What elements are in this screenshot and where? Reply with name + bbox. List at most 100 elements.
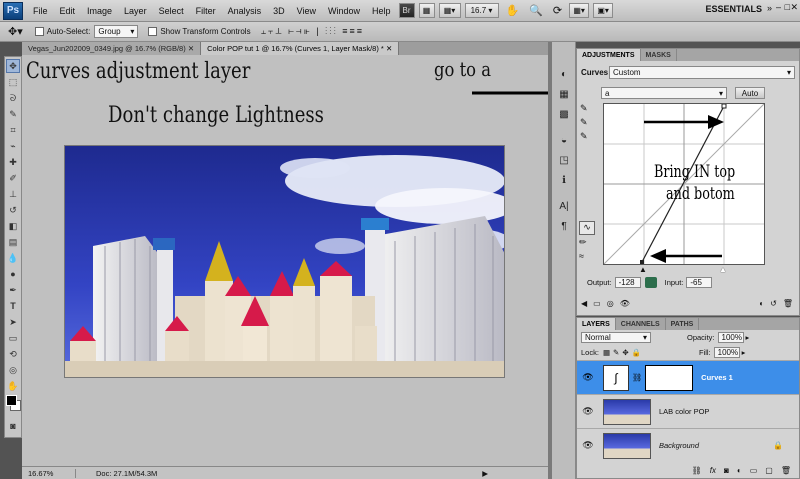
- tab-layers[interactable]: LAYERS: [577, 318, 616, 330]
- quick-mask-icon[interactable]: ◙: [6, 419, 20, 433]
- 3d-rotate-tool-icon[interactable]: ⟲: [6, 347, 20, 361]
- show-transform-checkbox[interactable]: [148, 27, 158, 36]
- 3d-orbit-tool-icon[interactable]: ◎: [6, 363, 20, 377]
- menu-select[interactable]: Select: [153, 6, 190, 16]
- eye-icon[interactable]: 👁: [581, 440, 595, 451]
- lock-image-icon[interactable]: ✎: [613, 348, 619, 357]
- visibility-icon[interactable]: 👁: [620, 299, 630, 308]
- link-layers-icon[interactable]: ⛓: [692, 466, 702, 475]
- smooth-icon[interactable]: ≈: [579, 251, 597, 265]
- marquee-tool-icon[interactable]: ⬚: [6, 75, 20, 89]
- curves-graph[interactable]: Bring IN top and botom: [603, 103, 765, 265]
- clone-stamp-tool-icon[interactable]: ⊥: [6, 187, 20, 201]
- lock-all-icon[interactable]: 🔒: [632, 348, 641, 357]
- blend-mode-dropdown[interactable]: Normal ▾: [581, 332, 651, 343]
- menu-edit[interactable]: Edit: [54, 6, 82, 16]
- quick-select-tool-icon[interactable]: ✎: [6, 107, 20, 121]
- screen-mode-button[interactable]: ▣▾: [593, 3, 614, 18]
- maximize-icon[interactable]: □: [785, 2, 790, 12]
- pen-tool-icon[interactable]: ✒: [6, 283, 20, 297]
- menu-help[interactable]: Help: [366, 6, 397, 16]
- layer-name-curves-1[interactable]: Curves 1: [701, 373, 733, 382]
- lasso-tool-icon[interactable]: ᘐ: [6, 91, 20, 105]
- menu-image[interactable]: Image: [81, 6, 118, 16]
- masks-panel-icon[interactable]: ◳: [555, 152, 573, 168]
- layer-row-lab-color-pop[interactable]: 👁 LAB color POP: [577, 394, 799, 428]
- layer-row-background[interactable]: 👁 Background 🔒: [577, 428, 799, 462]
- mini-bridge-button[interactable]: ▦: [418, 3, 435, 18]
- layer-row-curves-1[interactable]: 👁 ∫ ⛓ Curves 1: [577, 360, 799, 394]
- menu-view[interactable]: View: [291, 6, 322, 16]
- opacity-field[interactable]: 100%: [717, 332, 744, 343]
- color-panel-icon[interactable]: ◐: [555, 66, 573, 82]
- move-tool-icon[interactable]: ✥: [6, 59, 20, 73]
- eyedropper-black-icon[interactable]: ✎: [580, 103, 596, 117]
- delete-layer-icon[interactable]: 🗑: [781, 466, 791, 475]
- eye-icon[interactable]: 👁: [581, 406, 595, 417]
- align-icons[interactable]: ⫠⫟⊥ ⊢⊣⊩ | ⋮⋮⋮ ≡≡≡: [261, 26, 364, 37]
- swatches-panel-icon[interactable]: ▦: [555, 86, 573, 102]
- layer-mask-thumbnail[interactable]: [645, 364, 694, 391]
- blur-tool-icon[interactable]: 💧: [6, 251, 20, 265]
- fill-field[interactable]: 100%: [713, 347, 740, 358]
- reset-icon[interactable]: ↺: [770, 299, 777, 308]
- tab-channels[interactable]: CHANNELS: [616, 318, 666, 330]
- close-tab-icon[interactable]: ✕: [188, 44, 194, 53]
- eye-icon[interactable]: 👁: [581, 372, 595, 383]
- character-panel-icon[interactable]: A|: [555, 198, 573, 214]
- pencil-draw-icon[interactable]: ✏: [579, 237, 597, 251]
- history-brush-tool-icon[interactable]: ↺: [6, 203, 20, 217]
- lock-position-icon[interactable]: ✥: [622, 348, 628, 357]
- foreground-color-swatch[interactable]: [6, 395, 17, 406]
- type-tool-icon[interactable]: T: [6, 299, 20, 313]
- tab-adjustments[interactable]: ADJUSTMENTS: [577, 49, 641, 61]
- return-to-list-icon[interactable]: ◀: [581, 299, 587, 308]
- path-select-tool-icon[interactable]: ➤: [6, 315, 20, 329]
- menu-filter[interactable]: Filter: [190, 6, 222, 16]
- close-icon[interactable]: ✕: [790, 2, 798, 13]
- info-panel-icon[interactable]: ℹ: [555, 172, 573, 188]
- adjustments-panel-icon[interactable]: ◒: [555, 132, 573, 148]
- tab-paths[interactable]: PATHS: [666, 318, 700, 330]
- gradient-tool-icon[interactable]: ▤: [6, 235, 20, 249]
- close-tab-icon[interactable]: ✕: [386, 44, 392, 53]
- minimize-icon[interactable]: –: [776, 2, 781, 12]
- status-zoom[interactable]: 16.67%: [28, 468, 76, 478]
- new-group-icon[interactable]: ▭: [750, 466, 758, 475]
- styles-panel-icon[interactable]: ▩: [555, 106, 573, 122]
- hand-tool-icon[interactable]: ✋: [6, 379, 20, 393]
- channel-dropdown[interactable]: a ▾: [601, 87, 727, 99]
- auto-select-dropdown[interactable]: Group ▾: [94, 25, 139, 38]
- menu-3d[interactable]: 3D: [267, 6, 291, 16]
- arrange-documents-button[interactable]: ▦▾: [569, 3, 590, 18]
- eyedropper-gray-icon[interactable]: ✎: [580, 117, 596, 131]
- clip-to-layer-icon[interactable]: ◎: [607, 299, 614, 308]
- expanded-view-icon[interactable]: ▭: [593, 299, 601, 308]
- bridge-button[interactable]: Br: [398, 3, 415, 18]
- tab-masks[interactable]: MASKS: [641, 49, 677, 61]
- zoom-level-field[interactable]: 16.7 ▾: [464, 3, 499, 18]
- layer-thumbnail-lab[interactable]: [603, 398, 651, 425]
- target-adjust-icon[interactable]: [644, 277, 657, 288]
- input-black-slider-icon[interactable]: ▲: [639, 265, 647, 274]
- menu-layer[interactable]: Layer: [118, 6, 153, 16]
- crop-tool-icon[interactable]: ⌗: [6, 123, 20, 137]
- layer-name-background[interactable]: Background: [659, 441, 699, 450]
- workspace-chevron-icon[interactable]: »: [767, 3, 772, 13]
- input-white-slider-icon[interactable]: ▲: [719, 265, 727, 274]
- doc-tab-vegas[interactable]: Vegas_Jun202009_0349.jpg @ 16.7% (RGB/8)…: [22, 42, 202, 55]
- workspace-switcher[interactable]: ESSENTIALS: [705, 4, 762, 14]
- rotate-view-icon[interactable]: ⟳: [550, 3, 565, 18]
- auto-button[interactable]: Auto: [735, 87, 765, 99]
- add-mask-icon[interactable]: ◙: [724, 466, 729, 475]
- new-adjustment-icon[interactable]: ◐: [737, 466, 742, 475]
- menu-file[interactable]: File: [27, 6, 54, 16]
- delete-icon[interactable]: 🗑: [783, 299, 793, 308]
- layer-thumbnail-background[interactable]: [603, 432, 651, 459]
- chevron-right-icon[interactable]: ▸: [742, 348, 746, 357]
- brush-tool-icon[interactable]: ✐: [6, 171, 20, 185]
- move-tool-icon[interactable]: ✥▾: [8, 25, 23, 38]
- healing-tool-icon[interactable]: ✚: [6, 155, 20, 169]
- menu-analysis[interactable]: Analysis: [222, 6, 268, 16]
- input-field[interactable]: -65: [686, 277, 713, 288]
